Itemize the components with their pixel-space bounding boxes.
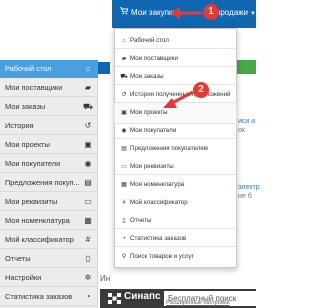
annotation-arrows	[163, 7, 202, 108]
step-1-marker: 1	[203, 4, 219, 20]
step-2-marker: 2	[193, 82, 209, 98]
